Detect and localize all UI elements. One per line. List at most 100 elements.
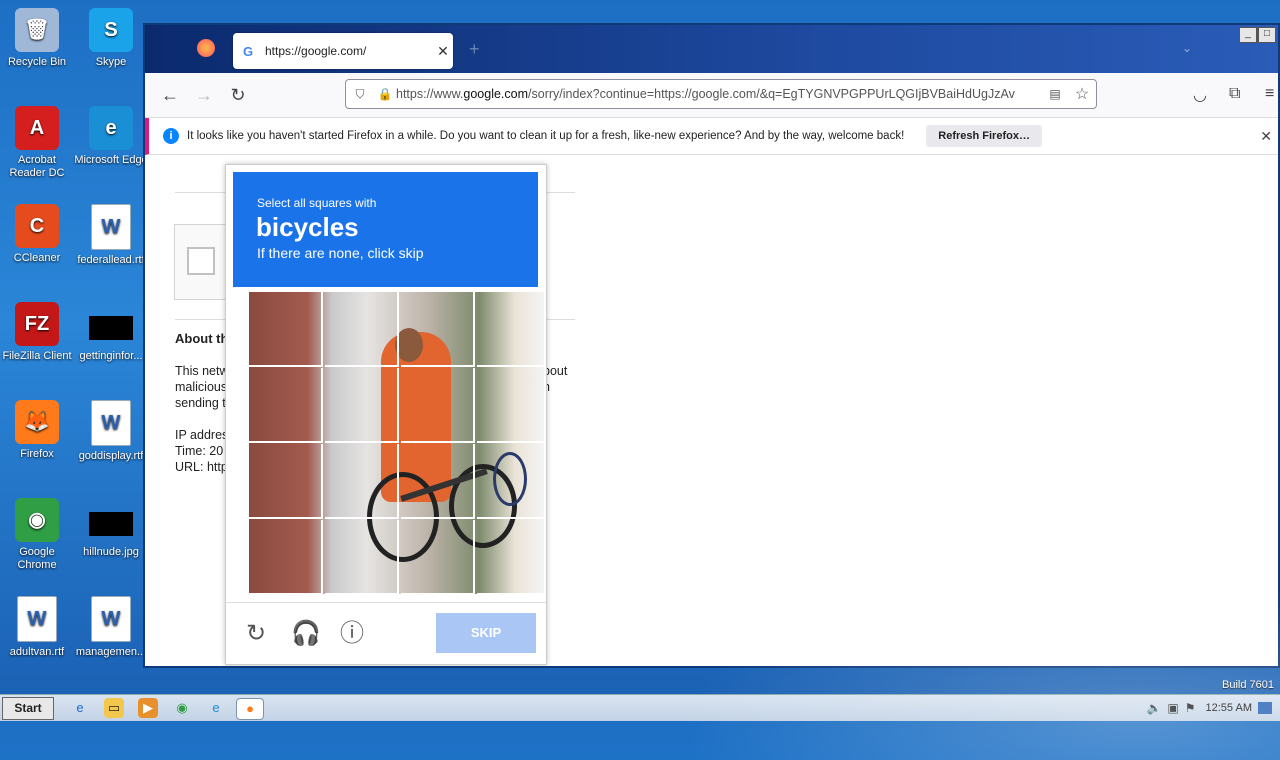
- nav-bar: ← → ↻ ⛉ 🔒 https://www.google.com/sorry/i…: [145, 73, 1278, 118]
- captcha-instruction: Select all squares with: [257, 196, 377, 210]
- ie-icon[interactable]: e: [70, 698, 90, 718]
- captcha-dialog: Select all squares with bicycles If ther…: [225, 164, 547, 665]
- desktop-icon[interactable]: Wgoddisplay.rtf: [74, 400, 148, 463]
- captcha-tile[interactable]: [249, 292, 323, 367]
- media-player-icon[interactable]: ▶: [138, 698, 158, 718]
- body-line: malicious: [175, 380, 228, 394]
- desktop-icon-label: Skype: [95, 56, 127, 68]
- close-tab-icon[interactable]: ✕: [433, 43, 453, 60]
- captcha-tile[interactable]: [477, 292, 544, 367]
- chrome-taskbar-icon[interactable]: ◉: [172, 698, 192, 718]
- reload-icon[interactable]: ↻: [221, 85, 255, 106]
- extensions-icon[interactable]: ⧉: [1229, 85, 1240, 103]
- help-info-icon[interactable]: ⓘ: [339, 621, 365, 647]
- recaptcha-checkbox[interactable]: [187, 247, 215, 275]
- desktop-icon-label: adultvan.rtf: [9, 646, 65, 658]
- reader-view-icon[interactable]: ▤: [1042, 87, 1068, 101]
- desktop-icon[interactable]: Wmanagemen...: [74, 596, 148, 659]
- desktop-icon[interactable]: gettinginfor...: [74, 302, 148, 363]
- captcha-tile[interactable]: [249, 520, 323, 594]
- google-icon: G: [243, 44, 254, 59]
- chrome-icon: ◉: [15, 498, 59, 542]
- back-icon[interactable]: ←: [153, 85, 187, 106]
- desktop-icon[interactable]: e Microsoft Edge: [74, 106, 148, 167]
- desktop-icon[interactable]: C CCleaner: [0, 204, 74, 265]
- maximize-button[interactable]: □: [1258, 27, 1276, 43]
- desktop-icon-label: Firefox: [20, 448, 54, 460]
- menu-icon[interactable]: ≡: [1265, 85, 1274, 103]
- desktop-icon[interactable]: ◉ Google Chrome: [0, 498, 74, 572]
- reload-challenge-icon[interactable]: ↻: [243, 621, 269, 647]
- firefox-icon: 🦊: [15, 400, 59, 444]
- volume-icon[interactable]: 🔈: [1146, 701, 1161, 715]
- desktop-icon-label: federallead.rtf: [77, 254, 145, 266]
- desktop-icon-label: Recycle Bin: [7, 56, 67, 68]
- desktop-icon-label: Acrobat Reader DC: [9, 154, 65, 179]
- acrobat-icon: A: [15, 106, 59, 150]
- show-desktop-icon[interactable]: [1258, 702, 1272, 714]
- desktop-icon-label: managemen...: [75, 646, 147, 658]
- captcha-tile[interactable]: [249, 368, 323, 443]
- firefox-menu-icon[interactable]: [197, 39, 215, 57]
- captcha-tile[interactable]: [401, 520, 475, 594]
- lock-icon[interactable]: 🔒: [374, 87, 396, 101]
- url-text[interactable]: https://www.google.com/sorry/index?conti…: [396, 87, 1042, 101]
- explorer-icon[interactable]: ▭: [104, 698, 124, 718]
- captcha-image-grid: [249, 292, 544, 594]
- captcha-tile[interactable]: [401, 292, 475, 367]
- desktop-icon[interactable]: Wfederallead.rtf: [74, 204, 148, 267]
- refresh-firefox-button[interactable]: Refresh Firefox…: [926, 125, 1042, 147]
- captcha-tile[interactable]: [249, 444, 323, 519]
- network-icon[interactable]: ▣: [1167, 701, 1178, 715]
- desktop-icon-label: Microsoft Edge: [74, 154, 148, 166]
- captcha-tile[interactable]: [325, 292, 399, 367]
- desktop-icon[interactable]: 🗑 Recycle Bin: [0, 8, 74, 69]
- close-notification-icon[interactable]: ✕: [1260, 128, 1272, 145]
- desktop-icon[interactable]: A Acrobat Reader DC: [0, 106, 74, 180]
- captcha-tile[interactable]: [401, 444, 475, 519]
- forward-icon[interactable]: →: [187, 85, 221, 106]
- desktop: 🗑 Recycle Bin S Skype A Acrobat Reader DC e Mic…: [0, 0, 1280, 760]
- captcha-tile[interactable]: [477, 444, 544, 519]
- action-center-flag-icon[interactable]: ⚑: [1185, 701, 1196, 715]
- list-tabs-icon[interactable]: ⌄: [1182, 41, 1192, 55]
- audio-challenge-icon[interactable]: 🎧: [291, 621, 321, 647]
- pocket-icon[interactable]: ◡: [1193, 85, 1207, 105]
- tab-google[interactable]: G https://google.com/ ✕: [233, 33, 453, 69]
- captcha-footer: ↻ 🎧 ⓘ SKIP: [226, 602, 546, 665]
- black-file-icon: [89, 316, 133, 340]
- word-doc-icon: W: [17, 596, 57, 642]
- time-line: Time: 20: [175, 444, 224, 458]
- recycle-bin-icon: 🗑: [15, 8, 59, 52]
- desktop-icon[interactable]: S Skype: [74, 8, 148, 69]
- desktop-icon[interactable]: FZ FileZilla Client: [0, 302, 74, 363]
- captcha-header: Select all squares with bicycles If ther…: [233, 172, 538, 287]
- edge-taskbar-icon[interactable]: e: [206, 698, 226, 718]
- captcha-tile[interactable]: [477, 368, 544, 443]
- word-doc-icon: W: [91, 204, 131, 250]
- clock[interactable]: 12:55 AM: [1206, 702, 1252, 714]
- url-bar[interactable]: ⛉ 🔒 https://www.google.com/sorry/index?c…: [345, 79, 1097, 109]
- captcha-target: bicycles: [256, 212, 359, 242]
- new-tab-icon[interactable]: +: [469, 39, 480, 60]
- url-line: URL: http: [175, 460, 228, 474]
- captcha-tile[interactable]: [325, 520, 399, 594]
- minimize-button[interactable]: _: [1239, 27, 1257, 43]
- body-line: sending t: [175, 396, 226, 410]
- bookmark-star-icon[interactable]: ☆: [1068, 84, 1096, 104]
- captcha-tile[interactable]: [401, 368, 475, 443]
- tab-title: https://google.com/: [265, 44, 367, 58]
- captcha-tile[interactable]: [325, 444, 399, 519]
- start-button[interactable]: Start: [2, 697, 54, 720]
- desktop-icon-label: goddisplay.rtf: [78, 450, 144, 462]
- captcha-tile[interactable]: [325, 368, 399, 443]
- firefox-taskbar-icon[interactable]: ●: [236, 698, 264, 720]
- shield-icon[interactable]: ⛉: [346, 87, 374, 102]
- desktop-icon[interactable]: Wadultvan.rtf: [0, 596, 74, 659]
- desktop-icon[interactable]: 🦊 Firefox: [0, 400, 74, 461]
- info-icon: i: [163, 128, 179, 144]
- body-line: This netw: [175, 364, 229, 378]
- desktop-icon[interactable]: hillnude.jpg: [74, 498, 148, 559]
- captcha-tile[interactable]: [477, 520, 544, 594]
- skip-button[interactable]: SKIP: [436, 613, 536, 653]
